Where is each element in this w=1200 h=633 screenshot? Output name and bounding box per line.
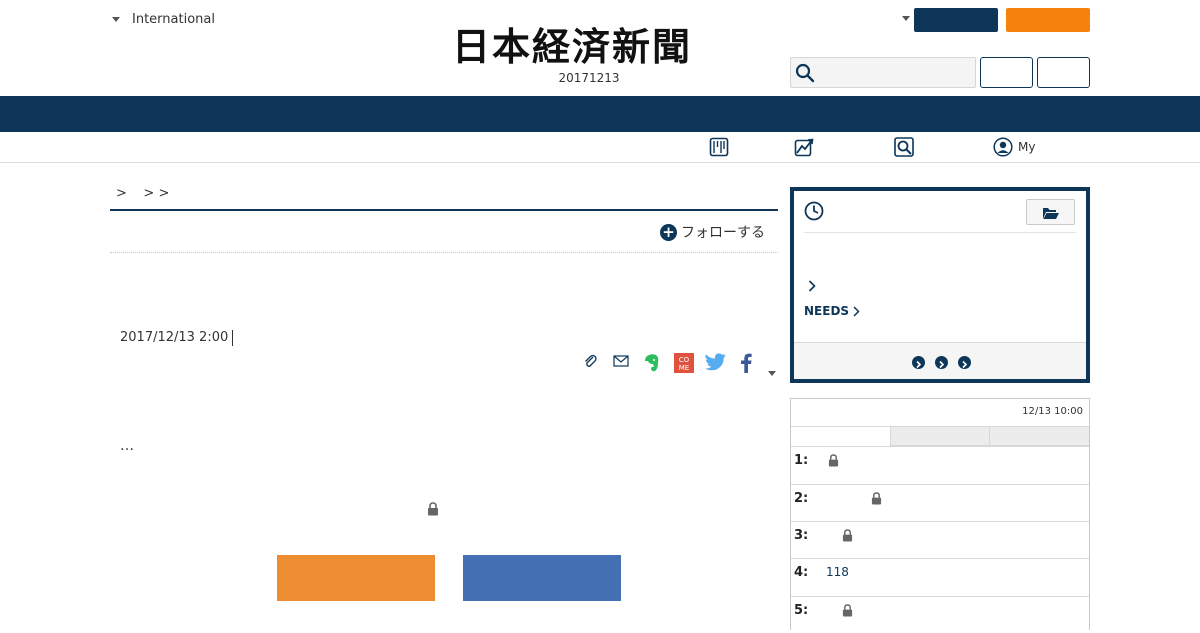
ranking-tab-2[interactable] (889, 427, 990, 446)
international-edition-dropdown[interactable]: International (110, 10, 215, 28)
login-cta-button[interactable] (463, 555, 621, 601)
ranking-tab-1[interactable] (791, 427, 890, 446)
circle-arrow-icon[interactable] (912, 356, 925, 369)
article-body-ellipsis: … (120, 438, 134, 454)
rank-number: 2: (794, 491, 809, 506)
clock-icon (804, 201, 824, 225)
share-more-icon[interactable] (767, 362, 777, 382)
evernote-icon[interactable] (643, 353, 661, 373)
divider (804, 232, 1076, 233)
twitter-icon[interactable] (705, 353, 727, 373)
needs-label: NEEDS (804, 304, 850, 318)
mail-icon[interactable] (613, 353, 629, 373)
plus-icon: + (660, 223, 677, 241)
ranking-row[interactable]: 5: (791, 596, 1089, 633)
market-chart-icon[interactable] (794, 137, 815, 161)
login-button[interactable] (914, 8, 998, 32)
svg-text:ME: ME (679, 364, 689, 372)
article-date: 2017/12/13 2:00 (120, 330, 234, 346)
international-label: International (132, 11, 215, 27)
follow-label: フォローする (681, 225, 765, 241)
svg-text:CO: CO (679, 356, 690, 364)
comemo-icon[interactable]: CO ME (674, 353, 694, 373)
search-input[interactable] (790, 57, 976, 88)
follow-button[interactable]: + フォローする (660, 222, 765, 242)
circle-arrow-icon[interactable] (958, 356, 971, 369)
ranking-tabs (791, 426, 1090, 446)
chevron-right-icon[interactable] (808, 277, 816, 296)
dotted-divider (110, 252, 778, 253)
search-magnifier-icon[interactable] (894, 137, 914, 161)
clip-icon[interactable] (582, 353, 598, 373)
ranking-row[interactable]: 4: 118 (791, 558, 1089, 595)
lock-icon (871, 490, 882, 509)
lock-icon (427, 501, 439, 520)
subscribe-button[interactable] (1006, 8, 1090, 32)
recent-articles-panel: NEEDS (790, 187, 1090, 383)
rank-number: 1: (794, 453, 809, 468)
chevron-down-icon[interactable] (902, 16, 910, 21)
ranking-tab-3[interactable] (989, 427, 1090, 446)
facebook-icon[interactable] (740, 353, 752, 373)
outline-button-2[interactable] (1037, 57, 1090, 88)
outline-button-1[interactable] (980, 57, 1033, 88)
user-avatar-icon[interactable] (993, 137, 1013, 161)
main-nav-bar (0, 96, 1200, 132)
nikkei-logo[interactable]: 日本経済新聞 (452, 26, 748, 68)
divider (110, 209, 778, 211)
ranking-timestamp: 12/13 10:00 (1022, 406, 1083, 417)
rank-value: 118 (826, 565, 849, 579)
folder-icon (1042, 205, 1060, 224)
breadcrumb[interactable]: > > > (116, 186, 169, 201)
chevron-down-icon (112, 16, 120, 22)
needs-link[interactable]: NEEDS (804, 304, 860, 318)
rank-number: 3: (794, 528, 809, 543)
lock-icon (842, 602, 853, 621)
lock-icon (842, 527, 853, 546)
ranking-row[interactable]: 2: (791, 484, 1089, 521)
ranking-row[interactable]: 3: (791, 521, 1089, 558)
circle-arrow-icon[interactable] (935, 356, 948, 369)
paper-edition-icon[interactable] (709, 137, 729, 161)
chevron-right-icon (853, 305, 860, 317)
rank-number: 5: (794, 603, 809, 618)
ranking-panel: 12/13 10:00 1: 2: 3: 4: 118 5: (790, 398, 1090, 630)
rank-number: 4: (794, 565, 809, 580)
my-nikkei-label[interactable]: My (1018, 140, 1035, 154)
lock-icon (828, 452, 839, 471)
subscribe-cta-button[interactable] (277, 555, 435, 601)
panel-footer (794, 342, 1086, 379)
edition-date: 20171213 (558, 71, 620, 85)
ranking-row[interactable]: 1: (791, 446, 1089, 483)
search-icon (795, 63, 815, 83)
saved-folder-button[interactable] (1026, 199, 1075, 225)
